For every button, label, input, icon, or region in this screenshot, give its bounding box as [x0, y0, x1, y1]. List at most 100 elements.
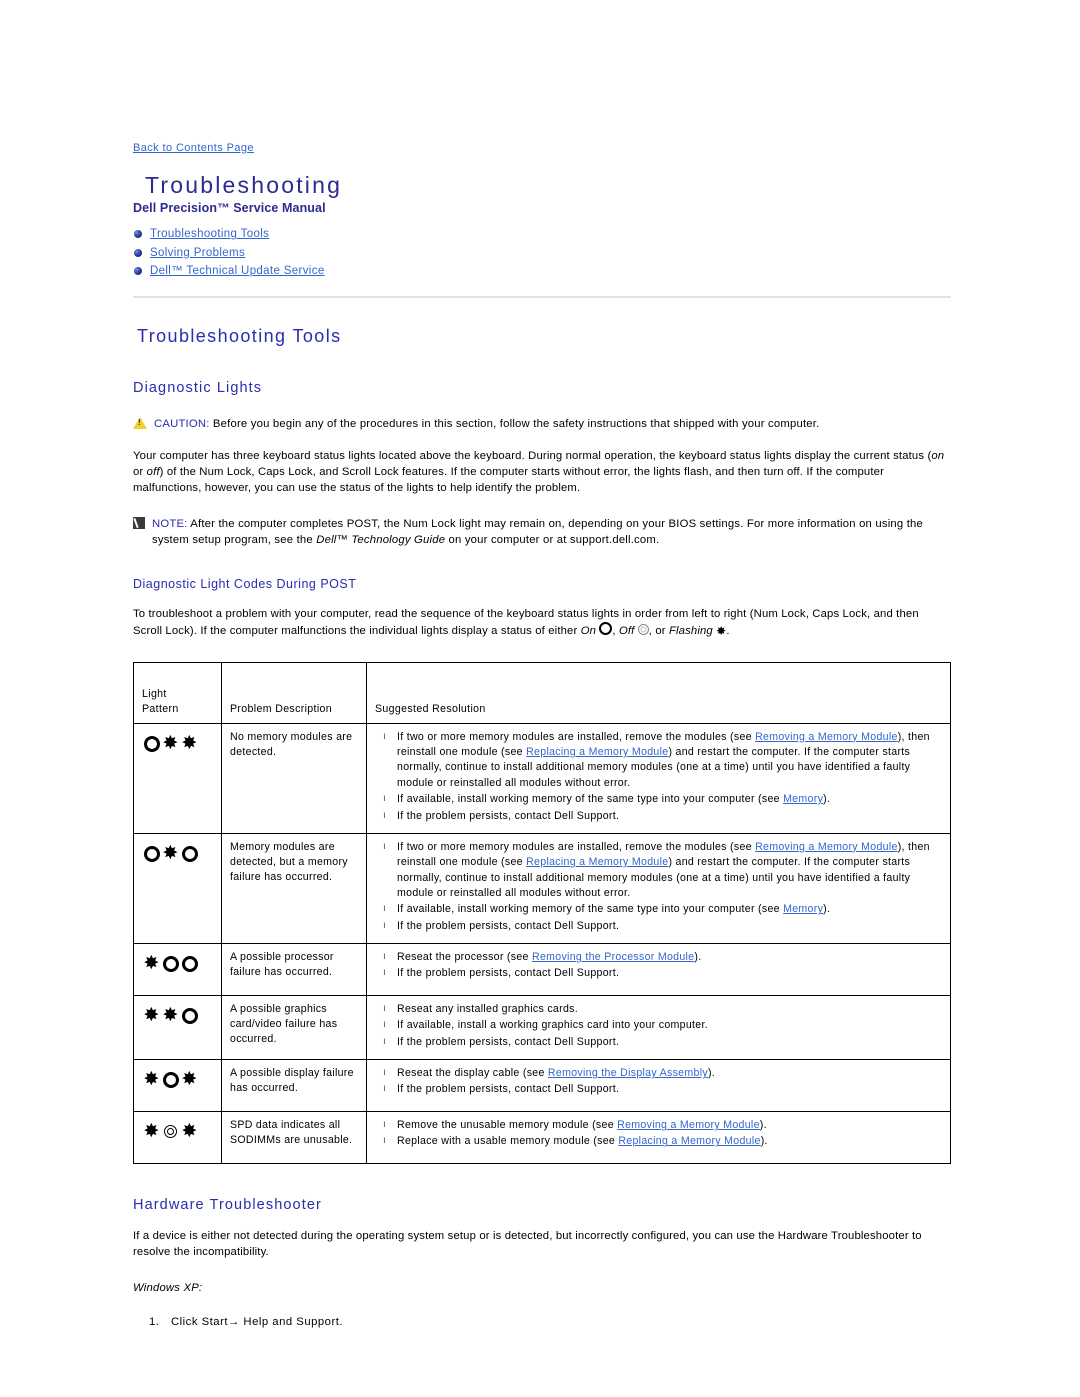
- list-item: ı If two or more memory modules are insta…: [375, 730, 943, 791]
- resolution-list: ı Reseat any installed graphics cards. ı If…: [375, 1002, 943, 1050]
- list-item: ı If the problem persists, contact Dell S…: [375, 966, 943, 981]
- toc-link-solving-problems[interactable]: Solving Problems: [150, 247, 245, 259]
- resolution-link[interactable]: Removing the Processor Module: [532, 951, 694, 963]
- resolution-text: If the problem persists, contact Dell Su…: [397, 919, 620, 932]
- light-on-icon: [142, 734, 161, 753]
- arrow-icon: →: [227, 1316, 240, 1329]
- intro-text-a: Your computer has three keyboard status …: [133, 449, 932, 462]
- toc-link-troubleshooting-tools[interactable]: Troubleshooting Tools: [150, 228, 269, 240]
- resolution-link[interactable]: Removing a Memory Module: [755, 731, 898, 743]
- resolution-link[interactable]: Replacing a Memory Module: [618, 1135, 760, 1147]
- intro-text-on: on: [931, 449, 945, 462]
- resolution-list: ı Reseat the processor (see Removing the …: [375, 950, 943, 982]
- post-text-a: To troubleshoot a problem with your comp…: [133, 607, 919, 637]
- table-row: ✸ A possible processor failure has occurr…: [133, 943, 951, 997]
- problem-description-cell: Memory modules are detected, but a memor…: [221, 832, 367, 945]
- suggested-resolution-cell: ı Reseat the display cable (see Removing …: [366, 1059, 951, 1113]
- subsection-heading-hardware-troubleshooter: Hardware Troubleshooter: [133, 1197, 322, 1214]
- light-pattern-cell: ✸ ✸: [133, 995, 222, 1061]
- light-pattern-cell: ✸ ✸: [133, 1059, 222, 1113]
- section-heading-troubleshooting-tools: Troubleshooting Tools: [137, 326, 342, 347]
- list-marker-icon: ı: [383, 793, 387, 805]
- table-row: ✸ ✸ SPD data indicates all SODIMMs are unu…: [133, 1111, 951, 1165]
- column-header-light-pattern: Light Pattern: [133, 661, 222, 724]
- table-row: ✸ Memory modules are detected, but a memo…: [133, 832, 951, 945]
- bullet-icon: [134, 230, 142, 239]
- list-marker-icon: ı: [383, 1003, 387, 1015]
- list-marker-icon: ı: [383, 919, 387, 931]
- resolution-link[interactable]: Removing a Memory Module: [755, 841, 898, 853]
- resolution-text: Remove the unusable memory module (see: [397, 1119, 618, 1132]
- column-header-pattern: Pattern: [142, 702, 179, 715]
- resolution-link[interactable]: Memory: [783, 793, 823, 805]
- column-header-problem-description: Problem Description: [221, 661, 367, 724]
- post-paragraph: To troubleshoot a problem with your comp…: [133, 606, 951, 639]
- light-flash-icon: ✸: [143, 1004, 160, 1027]
- list-marker-icon: ı: [383, 1119, 387, 1131]
- table-header-row: Light Pattern Problem Description Suggest…: [133, 661, 951, 724]
- light-flash-icon: ✸: [162, 841, 179, 864]
- resolution-text: If the problem persists, contact Dell Su…: [397, 1035, 620, 1048]
- list-marker-icon: ı: [383, 1035, 387, 1047]
- list-item: ı Replace with a usable memory module (se…: [375, 1134, 943, 1149]
- resolution-link[interactable]: Removing a Memory Module: [617, 1119, 760, 1131]
- light-pattern-cell: ✸ ✸: [133, 722, 222, 834]
- column-header-light: Light: [142, 688, 167, 701]
- caution-text: CAUTION: Before you begin any of the pro…: [154, 416, 819, 432]
- resolution-text: Replace with a usable memory module (see: [397, 1135, 619, 1148]
- light-on-icon: [161, 954, 180, 973]
- intro-text-c: ) of the Num Lock, Caps Lock, and Scroll…: [133, 465, 884, 494]
- resolution-link[interactable]: Memory: [783, 903, 823, 915]
- note-label: NOTE:: [152, 517, 188, 530]
- resolution-text: ).: [823, 903, 831, 916]
- list-marker-icon: ı: [383, 1135, 387, 1147]
- resolution-link[interactable]: Replacing a Memory Module: [526, 856, 668, 868]
- resolution-text: Reseat any installed graphics cards.: [397, 1003, 578, 1016]
- light-flash-icon: ✸: [143, 1068, 160, 1091]
- post-label-off: Off: [618, 624, 635, 637]
- resolution-text: ).: [694, 951, 702, 964]
- toc-link-technical-update-service[interactable]: Dell™ Technical Update Service: [150, 265, 325, 277]
- resolution-text: If two or more memory modules are instal…: [397, 730, 756, 743]
- light-off-icon: [161, 1122, 180, 1141]
- list-item: ı Remove the unusable memory module (see …: [375, 1118, 943, 1133]
- list-item: ı If the problem persists, contact Dell S…: [375, 1082, 943, 1097]
- bullet-icon: [134, 267, 142, 276]
- bullet-icon: [134, 248, 142, 257]
- hardware-paragraph: If a device is either not detected durin…: [133, 1230, 922, 1259]
- list-item: ı If the problem persists, contact Dell S…: [375, 919, 943, 934]
- note-block: NOTE: After the computer completes POST,…: [133, 516, 951, 549]
- light-flash-icon: ✸: [181, 731, 198, 754]
- diagnostic-light-codes-table: Light Pattern Problem Description Suggest…: [133, 661, 951, 1165]
- light-on-icon: [180, 844, 199, 863]
- suggested-resolution-cell: ı If two or more memory modules are insta…: [366, 832, 951, 945]
- resolution-text: If the problem persists, contact Dell Su…: [397, 967, 620, 980]
- caution-label: CAUTION:: [154, 418, 210, 431]
- intro-text-or: or: [133, 465, 147, 478]
- list-item: ı If two or more memory modules are insta…: [375, 840, 943, 901]
- resolution-link[interactable]: Replacing a Memory Module: [526, 746, 668, 758]
- note-pencil-icon: [133, 516, 145, 529]
- post-sep-2: , or: [648, 624, 669, 637]
- resolution-link[interactable]: Removing the Display Assembly: [548, 1067, 708, 1079]
- back-to-contents-link[interactable]: Back to Contents Page: [133, 142, 254, 154]
- light-flash-icon: ✸: [143, 952, 160, 975]
- resolution-text: If available, install working memory of …: [397, 903, 784, 916]
- note-body-b: on your computer or at support.dell.com.: [445, 534, 660, 547]
- suggested-resolution-cell: ı Reseat the processor (see Removing the …: [366, 943, 951, 997]
- post-end: .: [726, 624, 730, 637]
- list-item: ı Reseat the processor (see Removing the …: [375, 950, 943, 965]
- resolution-text: If two or more memory modules are instal…: [397, 840, 756, 853]
- resolution-text: ).: [759, 1119, 767, 1132]
- step-text-b: Help and Support.: [239, 1316, 343, 1329]
- list-marker-icon: ı: [383, 1067, 387, 1079]
- light-flashing-icon: ✸: [716, 623, 727, 638]
- page-title: Troubleshooting: [145, 172, 343, 198]
- table-of-contents: Troubleshooting Tools Solving Problems D…: [133, 227, 951, 278]
- light-pattern-cell: ✸ ✸: [133, 1111, 222, 1165]
- list-marker-icon: ı: [383, 1083, 387, 1095]
- list-item: Solving Problems: [133, 246, 951, 260]
- note-text: NOTE: After the computer completes POST,…: [152, 516, 951, 549]
- table-body: ✸ ✸ No memory modules are detected. ı If two…: [133, 722, 951, 1165]
- resolution-list: ı If two or more memory modules are insta…: [375, 730, 943, 824]
